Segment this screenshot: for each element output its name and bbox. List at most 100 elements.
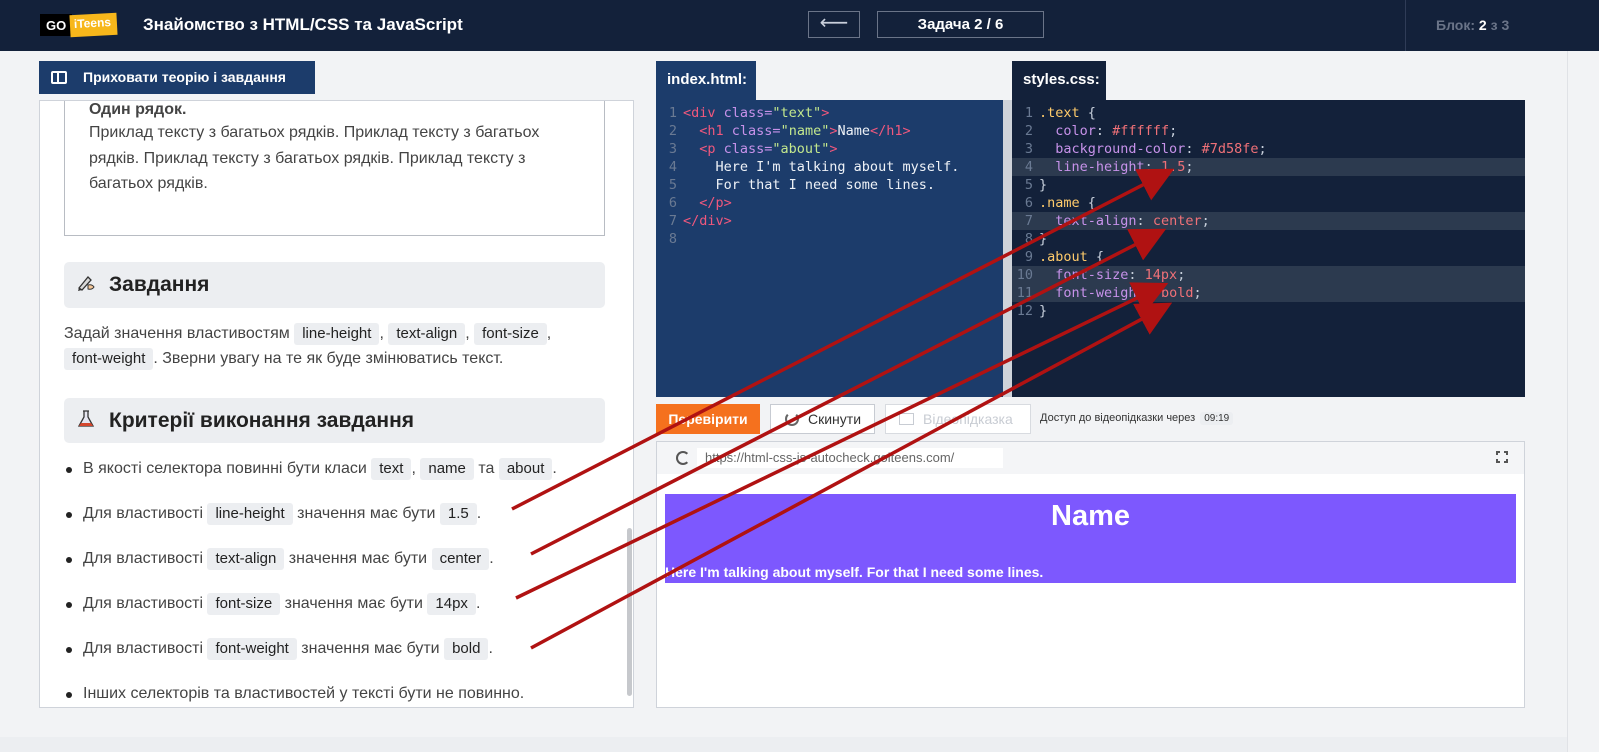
code-token-tag: </p>: [683, 195, 732, 211]
code-token-pun: }: [1039, 303, 1048, 319]
fullscreen-icon[interactable]: [1495, 450, 1509, 464]
chip-value: bold: [444, 638, 489, 660]
example-box: Один рядок. Приклад тексту з багатьох ря…: [64, 101, 605, 236]
access-timer: 09:19: [1200, 412, 1234, 425]
css-code-line[interactable]: 1 .text {: [1012, 104, 1525, 122]
css-code-line[interactable]: 6 .name {: [1012, 194, 1525, 212]
block-label: Блок:: [1436, 17, 1475, 33]
code-token-str: "text": [772, 105, 822, 121]
code-token-tag: </div>: [683, 213, 732, 229]
line-number: 5: [668, 177, 677, 193]
preview-url[interactable]: https://html-css-js-autocheck.goiteens.c…: [697, 448, 1003, 468]
css-code-line[interactable]: 7 text-align: center;: [1012, 212, 1525, 230]
chip-name: name: [420, 458, 474, 480]
code-token-sel: .text: [1039, 105, 1088, 121]
criteria-joiner: ,: [411, 460, 416, 477]
hide-theory-button[interactable]: Приховати теорію і завдання: [39, 61, 315, 94]
code-token-val: 1.5: [1160, 159, 1186, 175]
html-code-line[interactable]: 4 Here I'm talking about myself.: [656, 158, 1003, 176]
html-code-line[interactable]: 1 <div class="text">: [656, 104, 1003, 122]
editor-splitter[interactable]: [1003, 100, 1012, 397]
code-token-pun: ;: [1169, 123, 1178, 139]
criteria-text: Для властивості: [83, 640, 204, 657]
preview-url-bar: https://html-css-js-autocheck.goiteens.c…: [657, 442, 1524, 474]
code-token-val: center: [1152, 213, 1202, 229]
rendered-about-paragraph: Here I'm talking about myself. For that …: [665, 564, 1044, 580]
criteria-item: Інших селекторів та властивостей у текст…: [66, 682, 623, 707]
check-button[interactable]: Перевірити: [656, 404, 760, 434]
criteria-text: значення має бути: [284, 595, 423, 612]
code-token-val: 14px: [1144, 267, 1178, 283]
line-number: 7: [1024, 213, 1033, 229]
code-token-val: bold: [1160, 285, 1194, 301]
panel-toggle-icon: [51, 71, 67, 84]
html-code-line[interactable]: 7 </div>: [656, 212, 1003, 230]
code-token-prop: background-color: [1039, 141, 1186, 157]
code-token-str: "about": [772, 141, 830, 157]
criteria-text: значення має бути: [297, 505, 436, 522]
css-editor[interactable]: 1 .text {2 color: #ffffff; 3 background-co…: [1012, 100, 1525, 397]
reset-button[interactable]: Скинути: [770, 404, 875, 434]
theory-scrollbar[interactable]: [627, 528, 632, 696]
chip-value: 1.5: [439, 503, 477, 525]
page-footer: [0, 737, 1567, 752]
css-code-line[interactable]: 5}: [1012, 176, 1525, 194]
css-code-line[interactable]: 8}: [1012, 230, 1525, 248]
back-arrow-button[interactable]: ⟵: [808, 11, 860, 38]
css-code-line[interactable]: 10 font-size: 14px;: [1012, 266, 1525, 284]
css-code-line[interactable]: 2 color: #ffffff;: [1012, 122, 1525, 140]
code-token-sel: .name: [1039, 195, 1088, 211]
html-code-line[interactable]: 8: [656, 230, 1003, 248]
criteria-item: Для властивості line-height значення має…: [66, 502, 623, 547]
criteria-end: .: [476, 505, 482, 522]
task-heading: Завдання: [64, 262, 605, 308]
criteria-joiner: та: [478, 460, 495, 477]
css-code-line[interactable]: 12}: [1012, 302, 1525, 320]
css-code-line[interactable]: 3 background-color: #7d58fe;: [1012, 140, 1525, 158]
criteria-end: .: [488, 640, 493, 657]
html-editor[interactable]: 1 <div class="text"> 2 <h1 class="name">Na…: [656, 100, 1003, 397]
line-number: 6: [1024, 195, 1033, 211]
css-code-line[interactable]: 11 font-weight: bold;: [1012, 284, 1525, 302]
code-token-pun: :: [1136, 213, 1153, 229]
code-token-attr: class=: [731, 123, 781, 139]
code-token-tag: </h1>: [870, 123, 911, 139]
logo-teens-text: iTeens: [69, 12, 118, 38]
block-separator: з: [1490, 17, 1498, 33]
code-token-str: "name": [780, 123, 830, 139]
theory-panel[interactable]: Один рядок. Приклад тексту з багатьох ря…: [39, 100, 634, 708]
rendered-text-div: Name Here I'm talking about myself. For …: [665, 494, 1516, 583]
html-code-line[interactable]: 5 For that I need some lines.: [656, 176, 1003, 194]
html-code-line[interactable]: 3 <p class="about">: [656, 140, 1003, 158]
criteria-item: Для властивості font-size значення має б…: [66, 592, 623, 637]
reset-label: Скинути: [808, 411, 862, 427]
css-code-line[interactable]: 4 line-height: 1.5;: [1012, 158, 1525, 176]
preview-frame: https://html-css-js-autocheck.goiteens.c…: [656, 441, 1525, 708]
criteria-list: В якості селектора повинні бути класи te…: [66, 457, 623, 707]
goiteens-logo[interactable]: GO iTeens: [40, 12, 118, 38]
course-title: Знайомство з HTML/CSS та JavaScript: [143, 15, 463, 34]
html-code-line[interactable]: 6 </p>: [656, 194, 1003, 212]
criteria-item: Для властивості font-weight значення має…: [66, 637, 623, 682]
tab-index-html[interactable]: index.html:: [656, 61, 756, 101]
criteria-text: В якості селектора повинні бути класи: [83, 460, 367, 477]
video-icon: [899, 413, 914, 425]
line-number: 5: [1024, 177, 1033, 193]
code-token-pun: ;: [1201, 213, 1210, 229]
css-code-line[interactable]: 9 .about {: [1012, 248, 1525, 266]
video-hint-button[interactable]: Відеопідказка: [885, 404, 1031, 434]
criteria-text: Для властивості: [83, 550, 204, 567]
code-token-pun: ;: [1258, 141, 1267, 157]
pencil-hand-icon: [78, 276, 95, 291]
code-token-pun: {: [1087, 195, 1096, 211]
code-token-pun: {: [1095, 249, 1105, 265]
refresh-icon[interactable]: [676, 451, 690, 465]
criteria-text: Інших селекторів та властивостей у текст…: [83, 685, 525, 702]
flask-icon: [77, 410, 95, 427]
tab-styles-css[interactable]: styles.css:: [1012, 61, 1106, 101]
code-token-pun: ;: [1185, 159, 1194, 175]
code-token-tag: <p: [683, 141, 724, 157]
example-multi-line: Приклад тексту з багатьох рядків. Прикла…: [89, 124, 540, 192]
code-token-txt: Here I'm talking about myself.: [683, 159, 960, 175]
html-code-line[interactable]: 2 <h1 class="name">Name</h1>: [656, 122, 1003, 140]
